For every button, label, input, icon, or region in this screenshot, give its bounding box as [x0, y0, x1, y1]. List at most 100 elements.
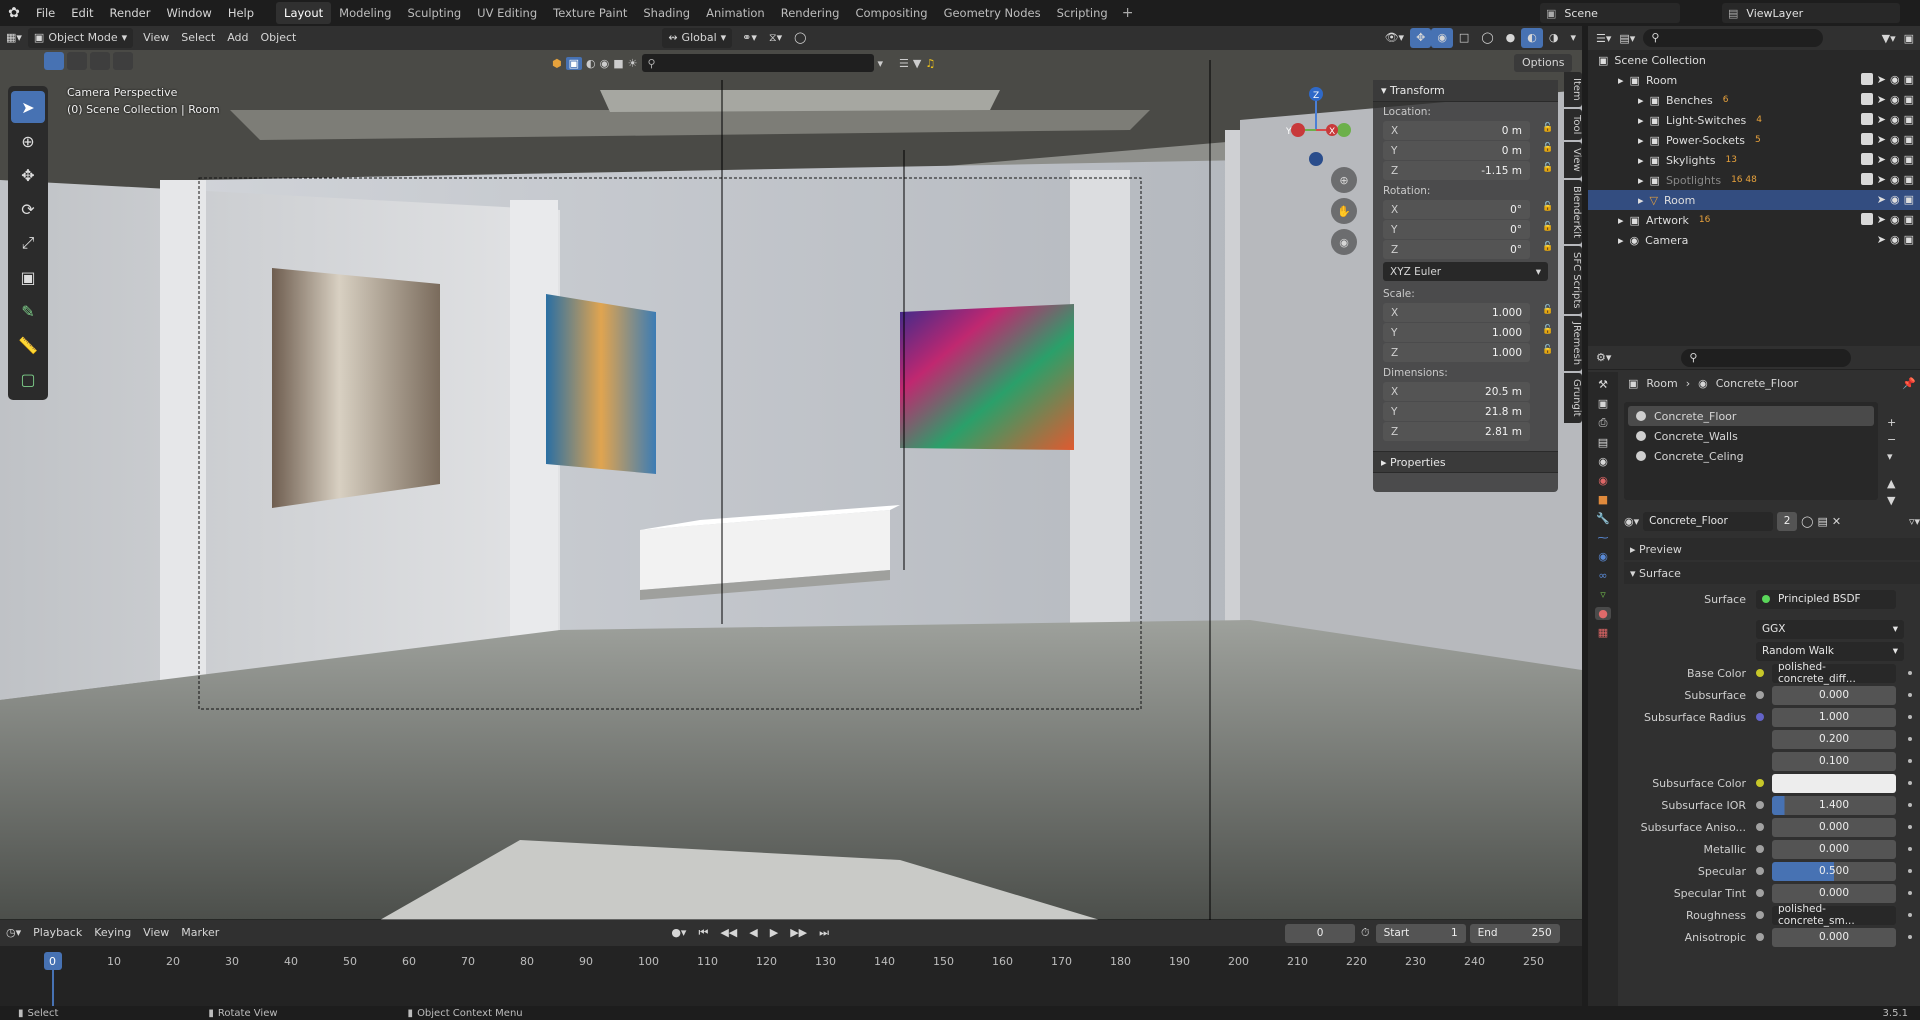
snap-icon[interactable]: ⧖▾ — [763, 28, 788, 48]
linked-texture-field[interactable]: polished-concrete_diff... — [1772, 661, 1896, 685]
dimensions-x-field[interactable]: X 20.5 m — [1383, 382, 1530, 401]
navigation-gizmo[interactable]: Z Y X — [1270, 84, 1362, 176]
camera-render-icon[interactable]: ▣ — [1904, 153, 1914, 166]
lock-icon[interactable]: 🔓 — [1542, 345, 1554, 357]
camera-render-icon[interactable]: ▣ — [1904, 213, 1914, 226]
object-filter-icon[interactable]: ▣ — [565, 56, 583, 70]
workspace-tab-scripting[interactable]: Scripting — [1049, 2, 1116, 24]
expand-icon[interactable]: ▸ — [1618, 74, 1624, 87]
outliner-row[interactable]: ▸ ▽ Room ➤ ◉ ▣ — [1588, 190, 1920, 210]
material-slot[interactable]: Concrete_Celing — [1628, 446, 1874, 466]
eye-icon[interactable]: ◉ — [1890, 73, 1900, 86]
blender-logo-icon[interactable]: ✿ — [0, 5, 28, 21]
scale-z-field[interactable]: Z 1.000 🔓 — [1383, 343, 1553, 362]
overlay-toggle-icon[interactable]: ◉ — [1431, 28, 1453, 48]
select-arrow-icon[interactable]: ➤ — [1877, 213, 1886, 226]
jump-end-icon[interactable]: ⏭ — [813, 923, 835, 943]
shading-solid-icon[interactable]: ● — [1500, 28, 1522, 48]
shading-rendered-icon[interactable]: ◑ — [1543, 28, 1565, 48]
numeric-field[interactable]: 1.400 — [1772, 795, 1896, 815]
dimensions-z-field[interactable]: Z 2.81 m — [1383, 422, 1530, 441]
scale-y-field[interactable]: Y 1.000 🔓 — [1383, 323, 1553, 342]
brush-filter-icon[interactable]: ◉ — [600, 57, 610, 70]
workspace-tab-rendering[interactable]: Rendering — [773, 2, 848, 24]
jump-start-icon[interactable]: ⏮ — [692, 923, 714, 943]
remove-slot-icon[interactable]: − — [1887, 433, 1896, 446]
lock-icon[interactable]: 🔓 — [1542, 242, 1554, 254]
start-frame-field[interactable]: Start 1 — [1375, 923, 1466, 943]
material-filter-icon[interactable]: ◐ — [586, 57, 596, 70]
editor-type-icon[interactable]: ▦▾ — [0, 28, 28, 48]
users-count[interactable]: 2 — [1777, 511, 1798, 531]
workspace-tab-uv-editing[interactable]: UV Editing — [469, 2, 545, 24]
exclude-checkbox[interactable] — [1860, 173, 1873, 185]
distribution-select[interactable]: GGX ▾ — [1756, 619, 1904, 639]
3d-viewport[interactable]: ⬢ ▣ ◐ ◉ ■ ☀ ⚲ ▾ ☰ ▼ ♫ Options Camera Per… — [0, 50, 1582, 920]
proportional-edit-icon[interactable]: ◯ — [788, 28, 812, 48]
numeric-field[interactable]: 0.000 — [1772, 927, 1896, 947]
move-tool[interactable]: ✥ — [11, 159, 45, 191]
linked-texture-field[interactable]: polished-concrete_sm... — [1772, 903, 1896, 927]
menu-edit[interactable]: Edit — [63, 0, 101, 26]
workspace-tab-shading[interactable]: Shading — [635, 2, 698, 24]
eye-icon[interactable]: ◉ — [1890, 233, 1900, 246]
dimensions-y-field[interactable]: Y 21.8 m — [1383, 402, 1530, 421]
outliner-row[interactable]: ▸ ▣ Skylights 13 ➤ ◉ ▣ — [1588, 150, 1920, 170]
link-icon[interactable]: ▿▾ — [1909, 515, 1920, 528]
camera-render-icon[interactable]: ▣ — [1904, 73, 1914, 86]
eye-icon[interactable]: ◉ — [1890, 153, 1900, 166]
select-arrow-icon[interactable]: ➤ — [1877, 93, 1886, 106]
constraints-tab-icon[interactable]: ∞ — [1598, 569, 1607, 582]
scene-filter-icon[interactable]: ■ — [613, 57, 623, 70]
lock-icon[interactable]: 🔓 — [1542, 163, 1554, 175]
outliner-row[interactable]: ▸ ▣ Benches 6 ➤ ◉ ▣ — [1588, 90, 1920, 110]
eye-icon[interactable]: ◉ — [1890, 213, 1900, 226]
menu-object[interactable]: Object — [255, 28, 303, 48]
outliner-row[interactable]: ▸ ▣ Spotlights 16 48 ➤ ◉ ▣ — [1588, 170, 1920, 190]
modifier-tab-icon[interactable]: 🔧 — [1596, 512, 1610, 525]
exclude-checkbox[interactable] — [1860, 113, 1873, 125]
numeric-field[interactable]: 0.000 — [1772, 839, 1896, 859]
menu-view[interactable]: View — [137, 28, 175, 48]
exclude-checkbox[interactable] — [1860, 93, 1873, 105]
menu-playback[interactable]: Playback — [27, 923, 88, 943]
keyframe-dot-icon[interactable] — [1908, 715, 1912, 719]
workspace-tab-animation[interactable]: Animation — [698, 2, 773, 24]
shading-wire-icon[interactable]: ◯ — [1475, 28, 1499, 48]
list-icon[interactable]: ☰ — [899, 57, 909, 70]
camera-render-icon[interactable]: ▣ — [1904, 193, 1914, 206]
menu-help[interactable]: Help — [220, 0, 262, 26]
sss-method-select[interactable]: Random Walk ▾ — [1756, 641, 1904, 661]
outliner-editor-icon[interactable]: ☰▾ — [1596, 32, 1611, 45]
pin-icon[interactable]: 📌 — [1902, 377, 1916, 390]
duplicate-icon[interactable]: ▤ — [1817, 515, 1827, 528]
eye-icon[interactable]: ◉ — [1890, 133, 1900, 146]
menu-window[interactable]: Window — [158, 0, 219, 26]
socket-icon[interactable] — [1756, 933, 1764, 941]
select-arrow-icon[interactable]: ➤ — [1877, 153, 1886, 166]
socket-icon[interactable] — [1756, 779, 1764, 787]
object-tab-icon[interactable]: ■ — [1598, 493, 1608, 506]
filter-icon[interactable]: ▼ — [913, 57, 921, 70]
add-slot-icon[interactable]: + — [1887, 416, 1896, 429]
rotate-tool[interactable]: ⟳ — [11, 193, 45, 225]
select-subtract-icon[interactable] — [90, 52, 110, 70]
expand-icon[interactable]: ▸ — [1638, 134, 1644, 147]
expand-icon[interactable]: ▸ — [1618, 234, 1624, 247]
pan-button[interactable]: ✋ — [1331, 198, 1357, 224]
eye-icon[interactable]: ◉ — [1890, 193, 1900, 206]
next-key-icon[interactable]: ▶▶ — [784, 923, 813, 943]
keyframe-dot-icon[interactable] — [1908, 671, 1912, 675]
scale-x-field[interactable]: X 1.000 🔓 — [1383, 303, 1553, 322]
exclude-checkbox[interactable] — [1860, 133, 1873, 145]
outliner-root[interactable]: ▣ Scene Collection — [1588, 50, 1920, 70]
camera-render-icon[interactable]: ▣ — [1904, 113, 1914, 126]
properties-search-input[interactable]: ⚲ — [1681, 348, 1852, 367]
numeric-field[interactable]: 0.200 — [1772, 729, 1896, 749]
tool-tab-icon[interactable]: ⚒ — [1598, 378, 1608, 391]
expand-icon[interactable]: ▸ — [1638, 174, 1644, 187]
socket-icon[interactable] — [1756, 911, 1764, 919]
scene-tab-icon[interactable]: ◉ — [1598, 455, 1608, 468]
lock-icon[interactable]: 🔓 — [1542, 202, 1554, 214]
menu-select[interactable]: Select — [175, 28, 221, 48]
